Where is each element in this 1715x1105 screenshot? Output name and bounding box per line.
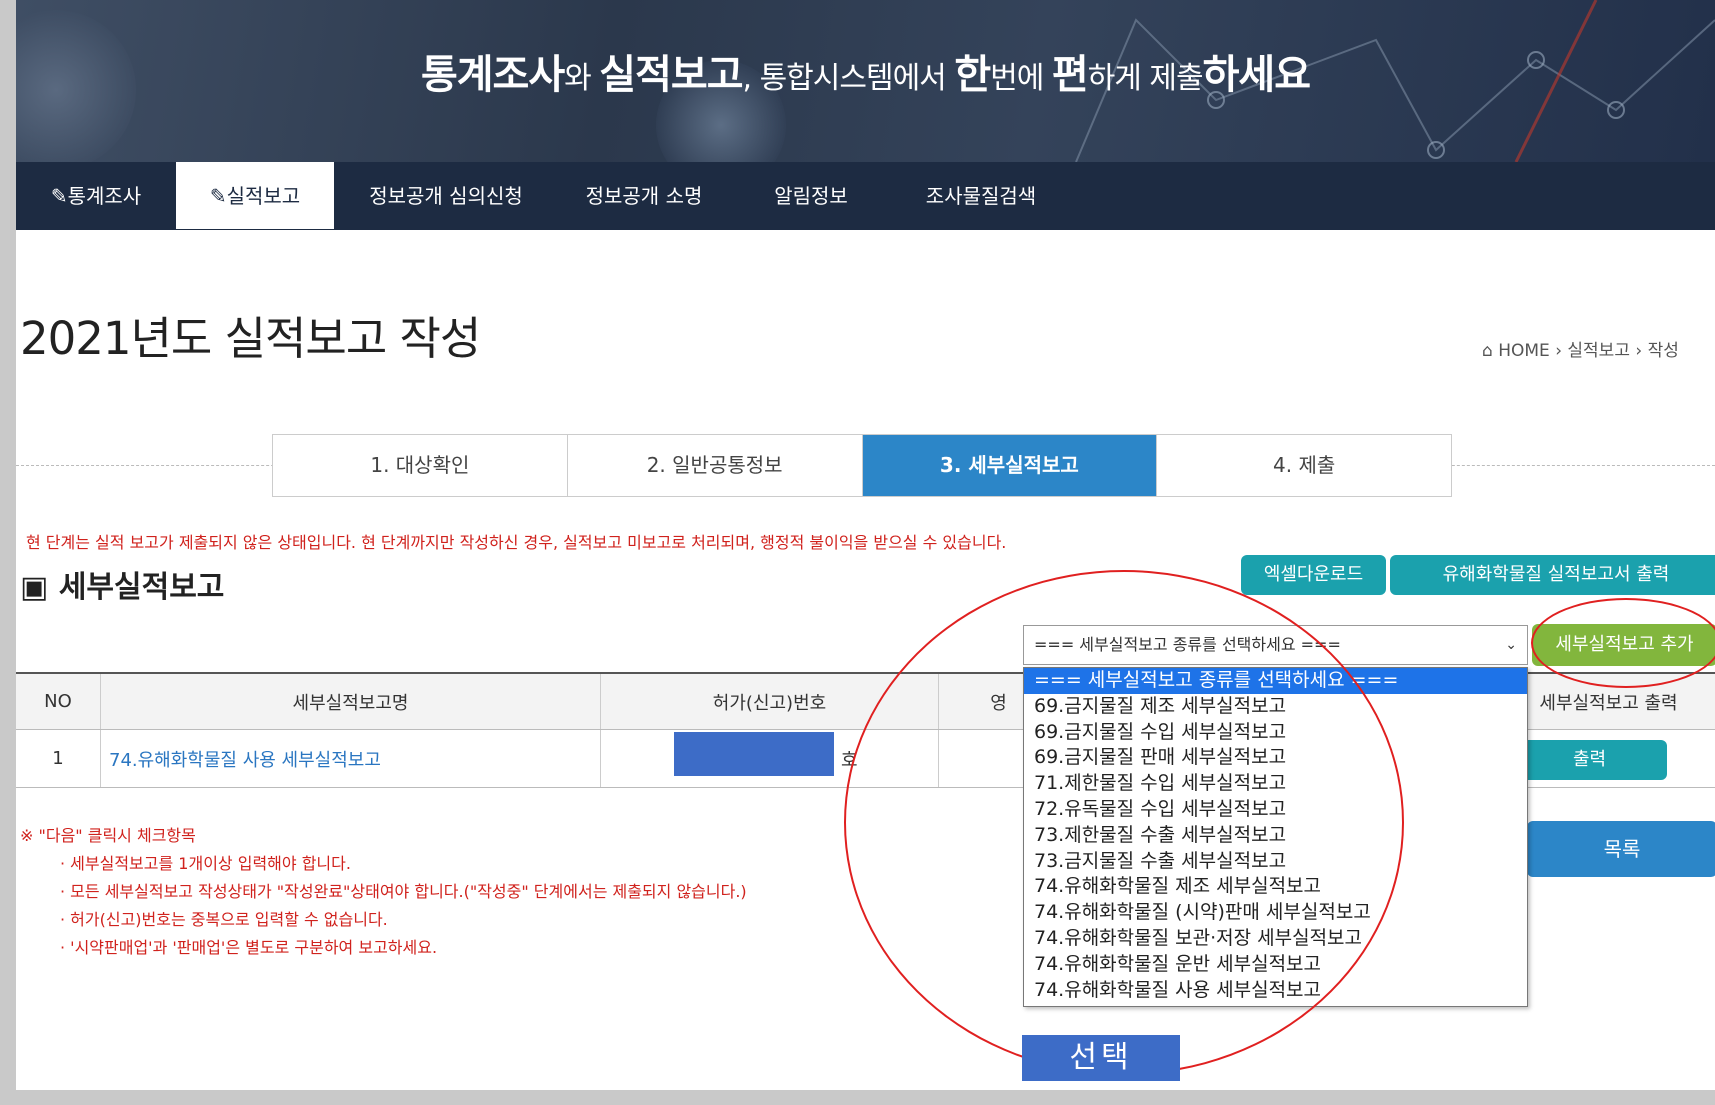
banner-title-part: 편	[1051, 52, 1089, 98]
banner-title-part: 하게 제출	[1087, 61, 1204, 96]
chevron-right-icon: ›	[1635, 341, 1643, 361]
step-3: 3. 세부실적보고	[862, 435, 1158, 496]
step-4: 4. 제출	[1273, 453, 1336, 477]
header-no: NO	[16, 674, 101, 729]
banner-title-part: 통계조사	[420, 52, 565, 98]
list-button[interactable]: 목록	[1527, 821, 1715, 877]
row-no: 1	[16, 730, 101, 787]
breadcrumb-home[interactable]: HOME	[1498, 341, 1550, 361]
annotation-label: 선택	[1022, 1035, 1180, 1081]
page: 통계조사와 실적보고, 통합시스템에서 한번에 편하게 제출하세요 ✎통계조사 …	[16, 0, 1715, 1090]
nav-label: 정보공개 소명	[585, 184, 703, 208]
square-icon: ▣	[20, 570, 49, 605]
page-title: 2021년도 실적보고 작성	[20, 312, 481, 365]
excel-download-button[interactable]: 엑셀다운로드	[1241, 555, 1386, 595]
home-icon: ⌂	[1482, 341, 1493, 361]
banner-title-part: 실적보고	[599, 52, 743, 98]
step-2: 2. 일반공통정보	[568, 435, 863, 496]
edit-icon: ✎	[209, 184, 227, 208]
nav-label: 알림정보	[774, 184, 848, 208]
check-notes: ※ "다음" 클릭시 체크항목 · 세부실적보고를 1개이상 입력해야 합니다.…	[20, 822, 747, 962]
main-nav: ✎통계조사 ✎실적보고 정보공개 심의신청 정보공개 소명 알림정보 조사물질검…	[16, 162, 1715, 230]
banner: 통계조사와 실적보고, 통합시스템에서 한번에 편하게 제출하세요	[16, 0, 1715, 162]
nav-disclosure-explanation[interactable]: 정보공개 소명	[564, 162, 724, 230]
annotation-circle-dropdown	[844, 570, 1404, 1075]
banner-title-part: 번에	[990, 61, 1052, 96]
chevron-down-icon: ⌄	[1505, 637, 1517, 653]
edit-icon: ✎	[50, 184, 68, 208]
chevron-right-icon: ›	[1555, 341, 1562, 361]
step-1: 1. 대상확인	[273, 435, 568, 496]
notes-title: ※ "다음" 클릭시 체크항목	[20, 826, 196, 845]
print-report-button[interactable]: 유해화학물질 실적보고서 출력	[1390, 555, 1715, 595]
banner-title-part: 와	[564, 61, 600, 96]
nav-label: 조사물질검색	[925, 184, 1037, 208]
warning-message: 현 단계는 실적 보고가 제출되지 않은 상태입니다. 현 단계까지만 작성하신…	[26, 533, 1007, 552]
nav-performance-report[interactable]: ✎실적보고	[176, 162, 334, 229]
nav-substance-search[interactable]: 조사물질검색	[896, 162, 1066, 230]
breadcrumb-level1[interactable]: 실적보고	[1567, 341, 1630, 361]
notes-item: · 모든 세부실적보고 작성상태가 "작성완료"상태여야 합니다.("작성중" …	[60, 882, 747, 901]
step-indicator: 1. 대상확인 2. 일반공통정보 3. 세부실적보고 4. 제출	[272, 434, 1452, 497]
screenshot-frame: 통계조사와 실적보고, 통합시스템에서 한번에 편하게 제출하세요 ✎통계조사 …	[0, 0, 1715, 1105]
notes-item: · '시약판매업'과 '판매업'은 별도로 구분하여 보고하세요.	[60, 938, 438, 957]
banner-title-part: , 통합시스템에서	[742, 61, 955, 96]
nav-label: 통계조사	[67, 184, 142, 208]
nav-disclosure-review[interactable]: 정보공개 심의신청	[351, 162, 541, 230]
nav-statistics-survey[interactable]: ✎통계조사	[16, 162, 176, 230]
nav-label: 실적보고	[226, 184, 301, 208]
banner-title-part: 한	[954, 52, 991, 98]
banner-title-part: 하세요	[1202, 52, 1311, 98]
row-name-link[interactable]: 74.유해화학물질 사용 세부실적보고	[101, 730, 601, 787]
annotation-circle-add-button	[1531, 598, 1715, 688]
banner-title: 통계조사와 실적보고, 통합시스템에서 한번에 편하게 제출하세요	[16, 42, 1715, 100]
section-title-text: 세부실적보고	[58, 570, 225, 605]
nav-label: 정보공개 심의신청	[369, 184, 523, 208]
header-name: 세부실적보고명	[101, 674, 601, 729]
row-print-button[interactable]: 출력	[1512, 740, 1667, 780]
breadcrumb-level2: 작성	[1647, 341, 1679, 361]
notes-item: · 세부실적보고를 1개이상 입력해야 합니다.	[60, 854, 351, 873]
notes-item: · 허가(신고)번호는 중복으로 입력할 수 없습니다.	[60, 910, 388, 929]
section-title: ▣ 세부실적보고	[20, 562, 224, 606]
redacted-permit-number	[674, 732, 834, 776]
breadcrumb: ⌂ HOME › 실적보고 › 작성	[1482, 336, 1679, 361]
nav-notice[interactable]: 알림정보	[746, 162, 876, 230]
